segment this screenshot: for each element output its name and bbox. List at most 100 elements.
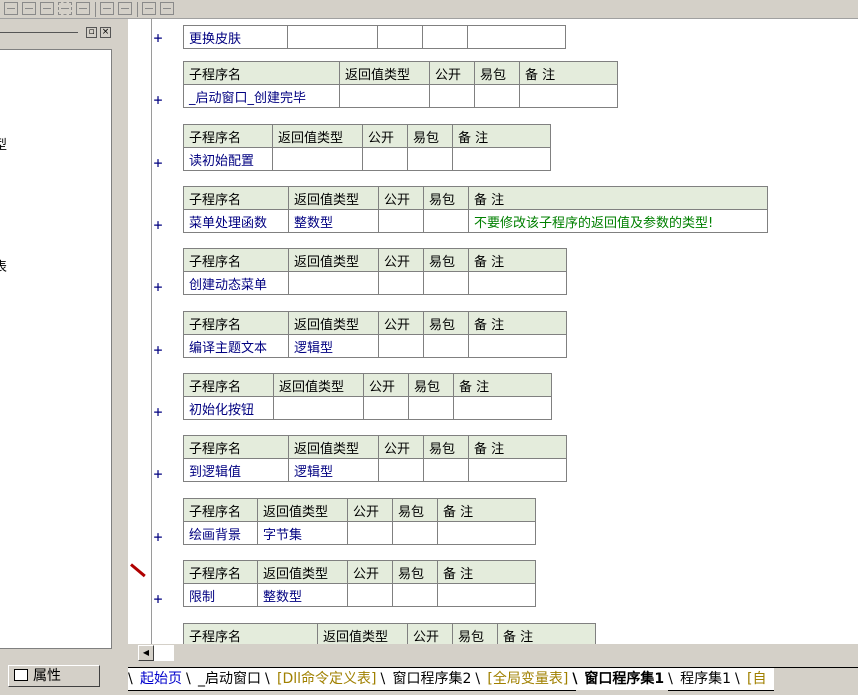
bars-icon[interactable] <box>40 2 54 15</box>
subroutine-name[interactable]: 更换皮肤 <box>183 25 288 49</box>
expand-icon[interactable]: + <box>152 155 164 171</box>
expand-icon[interactable]: + <box>152 279 164 295</box>
note-cell[interactable] <box>468 458 567 482</box>
return-type-cell[interactable] <box>288 271 379 295</box>
restore-button[interactable]: ▫ <box>86 27 97 38</box>
scroll-track[interactable] <box>154 645 174 661</box>
subroutine-table[interactable]: 子程序名 返回值类型 公开 易包备 注 菜单处理函数 整数型 不要修改该子程序的返回值及参… <box>183 186 768 233</box>
tree-item-fragment[interactable]: 表 <box>0 256 7 275</box>
public-cell[interactable] <box>363 396 409 420</box>
note-cell[interactable] <box>437 583 536 607</box>
return-type-cell[interactable] <box>273 396 364 420</box>
public-cell[interactable] <box>362 147 408 171</box>
public-cell[interactable] <box>378 334 424 358</box>
return-type-cell[interactable] <box>272 147 363 171</box>
subroutine-table[interactable]: 子程序名 返回值类型 公开 易包备 注 <box>183 623 596 644</box>
align-icon[interactable] <box>22 2 36 15</box>
note-cell[interactable] <box>467 25 566 49</box>
tab-custom-types[interactable]: [自 <box>735 668 775 691</box>
tab-window-assembly-1[interactable]: 窗口程序集1 <box>572 668 673 690</box>
expand-icon[interactable]: + <box>152 342 164 358</box>
note-cell[interactable]: 不要修改该子程序的返回值及参数的类型! <box>468 209 768 233</box>
easy-cell[interactable] <box>423 209 469 233</box>
note-cell[interactable] <box>437 521 536 545</box>
public-cell[interactable] <box>378 458 424 482</box>
expand-icon[interactable]: + <box>152 591 164 607</box>
subroutine-table[interactable]: 子程序名 返回值类型 公开 易包备 注 编译主题文本 逻辑型 <box>183 311 567 358</box>
subroutine-name[interactable]: 限制 <box>183 583 258 607</box>
tab-start-page[interactable]: 起始页 <box>128 668 190 691</box>
subroutine-name[interactable]: 绘画背景 <box>183 521 258 545</box>
easy-cell[interactable] <box>407 147 453 171</box>
horizontal-scrollbar[interactable]: ◀ <box>128 644 858 662</box>
easy-cell[interactable] <box>423 334 469 358</box>
public-cell[interactable] <box>377 25 423 49</box>
subroutine-table[interactable]: 子程序名 返回值类型 公开 易包备 注 限制 整数型 <box>183 560 536 607</box>
subroutine-table[interactable]: 子程序名 返回值类型 公开 易包备 注 初始化按钮 <box>183 373 552 420</box>
easy-cell[interactable] <box>392 521 438 545</box>
subroutine-name[interactable]: 初始化按钮 <box>183 396 274 420</box>
subroutine-name[interactable]: 编译主题文本 <box>183 334 289 358</box>
hspace-icon[interactable] <box>118 2 132 15</box>
return-type-cell[interactable]: 逻辑型 <box>288 334 379 358</box>
tab-dll-commands[interactable]: [Dll命令定义表] <box>265 668 385 691</box>
tab-window-assembly-2[interactable]: 窗口程序集2 <box>380 668 480 691</box>
height-icon[interactable] <box>100 2 114 15</box>
subroutine-name[interactable]: _启动窗口_创建完毕 <box>183 84 340 108</box>
program-tree[interactable]: 型 表 <box>0 49 112 649</box>
subroutine-table[interactable]: 子程序名 返回值类型 公开 易包备 注 读初始配置 <box>183 124 551 171</box>
tab-assembly-1[interactable]: 程序集1 <box>668 668 740 691</box>
close-button[interactable]: × <box>100 27 111 38</box>
public-cell[interactable] <box>347 521 393 545</box>
tree-item-fragment[interactable]: 型 <box>0 134 7 153</box>
properties-tab[interactable]: 属性 <box>8 665 100 687</box>
center-icon[interactable] <box>160 2 174 15</box>
expand-icon[interactable]: + <box>152 30 164 46</box>
scroll-left-icon[interactable]: ◀ <box>138 645 154 661</box>
layout-icon[interactable] <box>4 2 18 15</box>
subroutine-name[interactable]: 创建动态菜单 <box>183 271 289 295</box>
subroutine-table[interactable]: 子程序名 返回值类型 公开 易包备 注 _启动窗口_创建完毕 <box>183 61 618 108</box>
subroutine-name[interactable]: 菜单处理函数 <box>183 209 289 233</box>
vspace-icon[interactable] <box>142 2 156 15</box>
return-type-cell[interactable]: 整数型 <box>257 583 348 607</box>
public-cell[interactable] <box>429 84 475 108</box>
subroutine-name[interactable]: 读初始配置 <box>183 147 273 171</box>
public-cell[interactable] <box>347 583 393 607</box>
easy-cell[interactable] <box>408 396 454 420</box>
width-icon[interactable] <box>76 2 90 15</box>
expand-icon[interactable]: + <box>152 92 164 108</box>
return-type-cell[interactable] <box>339 84 430 108</box>
panel-scrollbar[interactable] <box>112 49 124 649</box>
tab-global-variables[interactable]: [全局变量表] <box>475 668 577 691</box>
subroutine-table[interactable]: 子程序名 返回值类型 公开 易包备 注 创建动态菜单 <box>183 248 567 295</box>
subroutine-table[interactable]: 更换皮肤 <box>183 25 566 49</box>
return-type-cell[interactable]: 整数型 <box>288 209 379 233</box>
expand-icon[interactable]: + <box>152 529 164 545</box>
expand-icon[interactable]: + <box>152 217 164 233</box>
easy-cell[interactable] <box>423 458 469 482</box>
easy-cell[interactable] <box>392 583 438 607</box>
expand-icon[interactable]: + <box>152 404 164 420</box>
code-editor[interactable]: + 更换皮肤 子程序名 返回值类型 公开 易包备 注 _启动窗口_创建完毕 + 子程序… <box>128 19 858 644</box>
easy-cell[interactable] <box>422 25 468 49</box>
return-type-cell[interactable] <box>287 25 378 49</box>
return-type-cell[interactable]: 字节集 <box>257 521 348 545</box>
return-type-cell[interactable]: 逻辑型 <box>288 458 379 482</box>
subroutine-table[interactable]: 子程序名 返回值类型 公开 易包备 注 到逻辑值 逻辑型 <box>183 435 567 482</box>
note-cell[interactable] <box>452 147 551 171</box>
note-cell[interactable] <box>519 84 618 108</box>
easy-cell[interactable] <box>474 84 520 108</box>
note-cell[interactable] <box>468 271 567 295</box>
note-cell[interactable] <box>453 396 552 420</box>
public-cell[interactable] <box>378 271 424 295</box>
easy-cell[interactable] <box>423 271 469 295</box>
subroutine-name[interactable]: 到逻辑值 <box>183 458 289 482</box>
columns-icon[interactable] <box>58 2 72 15</box>
note-cell[interactable] <box>468 334 567 358</box>
panel-grip[interactable] <box>0 32 78 33</box>
subroutine-table[interactable]: 子程序名 返回值类型 公开 易包备 注 绘画背景 字节集 <box>183 498 536 545</box>
tab-startup-window[interactable]: _启动窗口 <box>186 668 269 691</box>
public-cell[interactable] <box>378 209 424 233</box>
expand-icon[interactable]: + <box>152 466 164 482</box>
